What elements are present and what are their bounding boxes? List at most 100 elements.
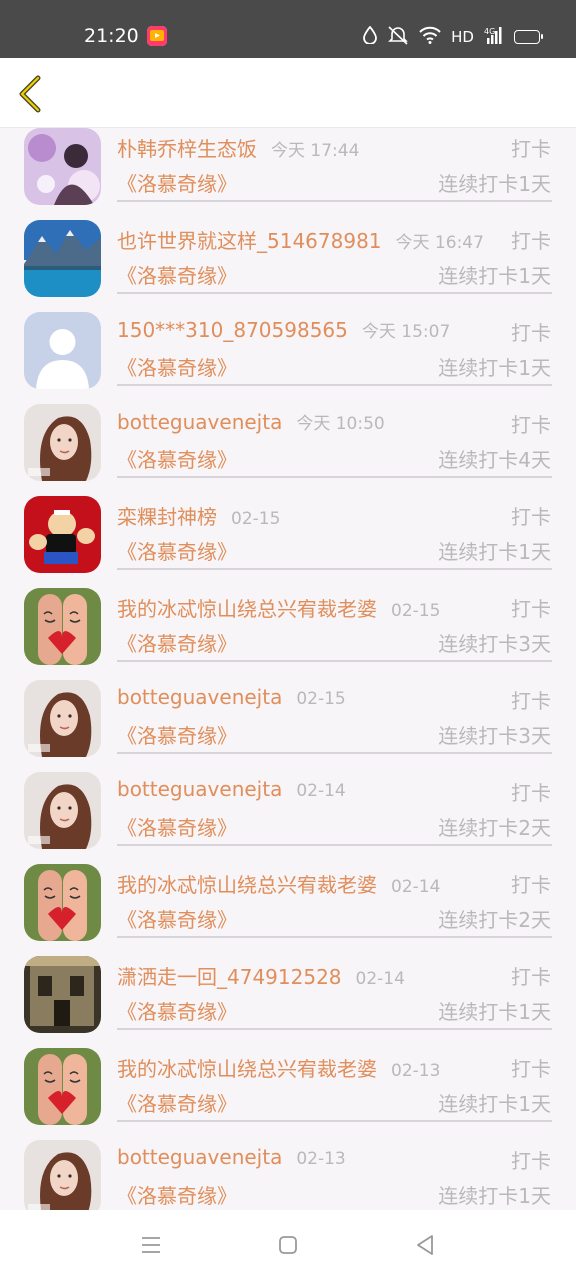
checkin-time: 今天 17:44 [271,141,360,161]
checkin-time: 02-14 [355,969,405,989]
streak-label: 连续打卡2天 [438,908,551,932]
book-title-link[interactable]: 《洛慕奇缘》 [117,812,237,841]
streak-label: 连续打卡1天 [438,1184,551,1208]
streak-label: 连续打卡1天 [438,1092,551,1116]
checkin-list-viewport[interactable]: 朴韩乔梓生态饭 今天 17:44 打卡 《洛慕奇缘》 连续打卡1天 也许世界就这样_514… [0,128,576,1210]
checkin-row[interactable]: 也许世界就这样_514678981 今天 16:47 打卡《洛慕奇缘》 连续打卡1天 [0,202,576,297]
user-name-text: 栾粿封神榜 [117,505,217,529]
checkin-label: 打卡 [511,413,551,437]
user-name-text: 我的冰忒惊山绕总兴宥裁老婆 [117,1057,377,1081]
checkin-time: 今天 15:07 [361,322,451,342]
avatar[interactable] [24,1048,101,1125]
streak-label: 连续打卡3天 [438,632,551,656]
user-name-text: botteguavenejta [117,1145,283,1169]
nav-back-button[interactable] [411,1232,439,1258]
user-name[interactable]: 潇洒走一回_474912528 02-14 [117,961,405,990]
avatar[interactable] [24,588,101,665]
avatar[interactable] [24,496,101,573]
book-title-link[interactable]: 《洛慕奇缘》 [117,904,237,933]
book-title-link[interactable]: 《洛慕奇缘》 [117,720,237,749]
checkin-label: 打卡 [511,873,551,897]
avatar[interactable] [24,772,101,849]
user-name[interactable]: 我的冰忒惊山绕总兴宥裁老婆 02-14 [117,869,440,898]
book-title-link[interactable]: 《洛慕奇缘》 [117,1088,237,1117]
back-button[interactable] [10,72,50,116]
header [0,58,576,128]
book-title-link[interactable]: 《洛慕奇缘》 [117,996,237,1025]
avatar[interactable] [24,1140,101,1210]
user-name-text: 潇洒走一回_474912528 [117,965,342,989]
streak-label: 连续打卡2天 [438,816,551,840]
avatar[interactable] [24,312,101,389]
user-name-text: botteguavenejta [117,777,283,801]
user-name[interactable]: 我的冰忒惊山绕总兴宥裁老婆 02-13 [117,1053,440,1082]
status-indicators: HD 4G [363,25,543,49]
checkin-row[interactable]: 150***310_870598565 今天 15:07 打卡 《洛慕奇缘》 连续打卡1… [0,294,576,389]
svg-text:4G: 4G [484,27,495,36]
drop-icon [363,25,378,48]
checkin-row[interactable]: 朴韩乔梓生态饭 今天 17:44 打卡《洛慕奇缘》 连续打卡1天 [0,128,576,205]
home-button[interactable] [274,1232,302,1258]
user-name-text: 150***310_870598565 [117,318,348,342]
checkin-row[interactable]: 我的冰忒惊山绕总兴宥裁老婆 02-13 打卡 《洛慕奇缘》 连续打卡1天 [0,1030,576,1125]
streak-label: 连续打卡1天 [438,1000,551,1024]
user-name-text: 朴韩乔梓生态饭 [117,137,257,161]
checkin-label: 打卡 [511,965,551,989]
streak-label: 连续打卡4天 [438,448,551,472]
user-name[interactable]: botteguavenejta 02-15 [117,685,346,709]
checkin-row[interactable]: 我的冰忒惊山绕总兴宥裁老婆 02-15 打卡 《洛慕奇缘》 连续打卡3天 [0,570,576,665]
user-name[interactable]: 150***310_870598565 今天 15:07 [117,317,450,342]
checkin-row[interactable]: 我的冰忒惊山绕总兴宥裁老婆 02-14 打卡《洛慕奇缘》 连续打卡2天 [0,846,576,941]
checkin-time: 02-15 [231,509,281,529]
checkin-label: 打卡 [511,137,551,161]
avatar[interactable] [24,404,101,481]
checkin-row[interactable]: botteguavenejta 02-13 打卡《洛慕奇缘》 连续打卡1天 [0,1122,576,1210]
checkin-label: 打卡 [511,229,551,253]
checkin-row[interactable]: 潇洒走一回_474912528 02-14 打卡《洛慕奇缘》 连续打卡1天 [0,938,576,1033]
signal-icon: 4G [484,26,504,48]
checkin-label: 打卡 [511,1149,551,1173]
avatar[interactable] [24,864,101,941]
user-name[interactable]: 也许世界就这样_514678981 今天 16:47 [117,225,484,254]
user-name[interactable]: 我的冰忒惊山绕总兴宥裁老婆 02-15 [117,593,440,622]
checkin-row[interactable]: 栾粿封神榜 02-15 打卡《洛慕奇缘》 连续打卡1天 [0,478,576,573]
user-name-text: botteguavenejta [117,685,283,709]
battery-icon [514,30,543,44]
avatar[interactable] [24,680,101,757]
home-square-icon [279,1236,297,1254]
streak-label: 连续打卡1天 [438,264,551,288]
avatar[interactable] [24,956,101,1033]
streak-label: 连续打卡3天 [438,724,551,748]
user-name[interactable]: 栾粿封神榜 02-15 [117,501,280,530]
streak-label: 连续打卡1天 [438,356,551,380]
checkin-time: 02-13 [296,1149,346,1169]
menu-button[interactable] [137,1232,165,1258]
book-title-link[interactable]: 《洛慕奇缘》 [117,444,237,473]
book-title-link[interactable]: 《洛慕奇缘》 [117,1180,237,1209]
book-title-link[interactable]: 《洛慕奇缘》 [117,628,237,657]
book-title-link[interactable]: 《洛慕奇缘》 [117,168,237,197]
checkin-row[interactable]: botteguavenejta 今天 10:50 打卡《洛慕奇缘》 连续打卡4天 [0,386,576,481]
streak-label: 连续打卡1天 [438,540,551,564]
checkin-time: 02-13 [391,1061,441,1081]
user-name[interactable]: 朴韩乔梓生态饭 今天 17:44 [117,133,359,162]
mute-bell-icon [387,25,409,49]
checkin-time: 02-14 [391,877,441,897]
avatar[interactable] [24,128,101,205]
user-name[interactable]: botteguavenejta 今天 10:50 [117,409,385,434]
book-title-link[interactable]: 《洛慕奇缘》 [117,352,237,381]
checkin-row[interactable]: botteguavenejta 02-15 打卡《洛慕奇缘》 连续打卡3天 [0,662,576,757]
streak-label: 连续打卡1天 [438,172,551,196]
menu-icon [142,1237,160,1253]
checkin-time: 02-15 [391,601,441,621]
checkin-label: 打卡 [511,689,551,713]
checkin-row[interactable]: botteguavenejta 02-14 打卡 《洛慕奇缘》 连续打卡2天 [0,754,576,849]
book-title-link[interactable]: 《洛慕奇缘》 [117,536,237,565]
user-name-text: botteguavenejta [117,410,283,434]
book-title-link[interactable]: 《洛慕奇缘》 [117,260,237,289]
system-nav-bar [0,1210,576,1280]
user-name[interactable]: botteguavenejta 02-14 [117,777,346,801]
checkin-label: 打卡 [511,505,551,529]
avatar[interactable] [24,220,101,297]
user-name[interactable]: botteguavenejta 02-13 [117,1145,346,1169]
